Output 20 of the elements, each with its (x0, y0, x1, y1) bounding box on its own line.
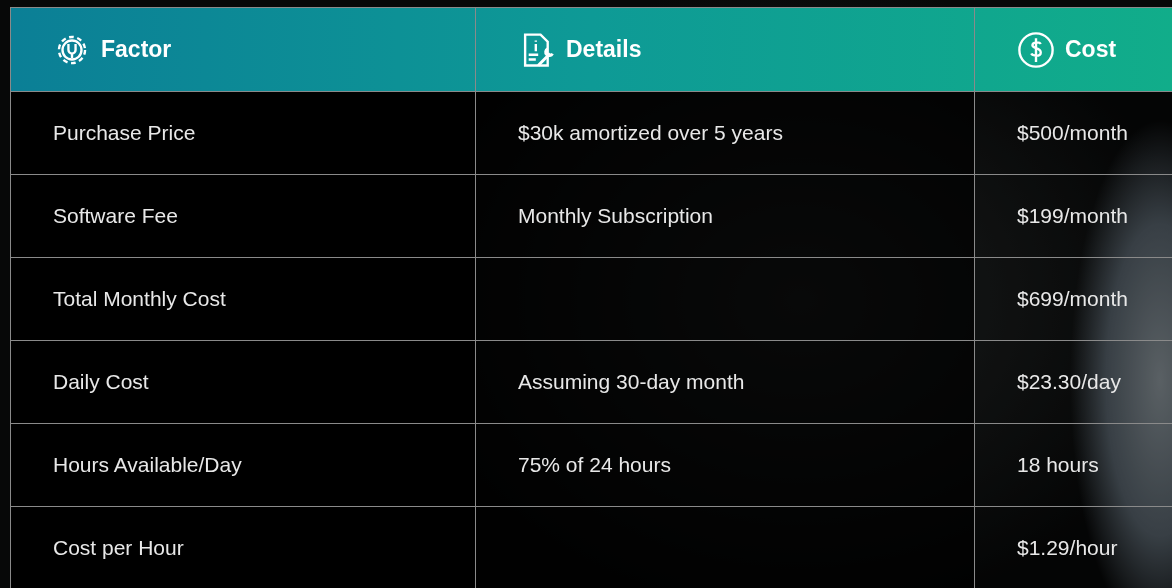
table-cell: $1.29/hour (1017, 536, 1118, 559)
table-cell: 75% of 24 hours (518, 453, 671, 476)
table-cell: Monthly Subscription (518, 204, 713, 227)
table-cell: $500/month (1017, 121, 1128, 144)
table-cell: $30k amortized over 5 years (518, 121, 783, 144)
header-label: Factor (101, 36, 172, 63)
table-cell: 18 hours (1017, 453, 1099, 476)
header-label: Cost (1065, 36, 1117, 63)
table-cell: Cost per Hour (53, 536, 184, 559)
table-cell: Software Fee (53, 204, 178, 227)
dollar-circle-icon (1017, 30, 1055, 69)
table-cell: $23.30/day (1017, 370, 1121, 393)
table-cell: $199/month (1017, 204, 1128, 227)
table-cell: Daily Cost (53, 370, 149, 393)
table-cell: Purchase Price (53, 121, 196, 144)
header-label: Details (566, 36, 642, 63)
table-cell: $699/month (1017, 287, 1128, 310)
table-cell: Total Monthly Cost (53, 287, 226, 310)
table-cell: Assuming 30-day month (518, 370, 745, 393)
table-cell: Hours Available/Day (53, 453, 242, 476)
